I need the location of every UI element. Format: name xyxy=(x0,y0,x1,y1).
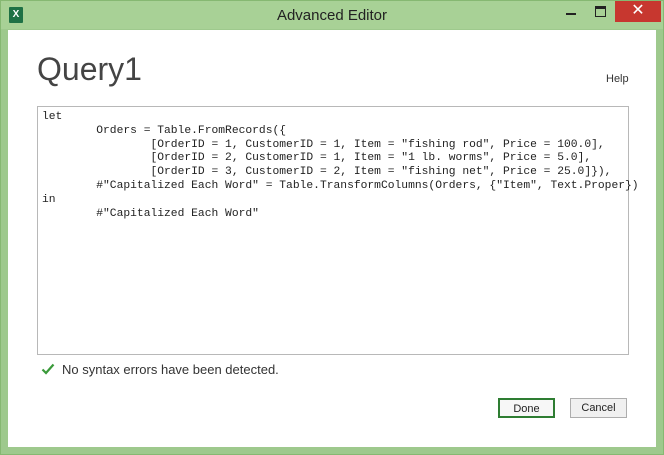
status-message: No syntax errors have been detected. xyxy=(62,362,279,377)
minimize-icon xyxy=(566,13,576,15)
advanced-editor-window: X Advanced Editor ✕ Query1 Help let Orde… xyxy=(0,0,664,455)
help-link[interactable]: Help xyxy=(606,73,629,85)
minimize-button[interactable] xyxy=(557,1,585,22)
close-icon: ✕ xyxy=(631,2,645,19)
title-bar[interactable]: X Advanced Editor ✕ xyxy=(1,1,663,29)
close-button[interactable]: ✕ xyxy=(615,1,661,22)
cancel-button[interactable]: Cancel xyxy=(570,398,627,418)
done-button[interactable]: Done xyxy=(498,398,555,418)
code-editor[interactable]: let Orders = Table.FromRecords({ [OrderI… xyxy=(37,106,639,355)
maximize-icon xyxy=(595,6,606,17)
dialog-body: Query1 Help let Orders = Table.FromRecor… xyxy=(8,30,656,447)
query-name: Query1 xyxy=(37,51,142,87)
check-icon xyxy=(41,363,55,375)
query-code[interactable]: let Orders = Table.FromRecords({ [OrderI… xyxy=(38,107,639,221)
maximize-button[interactable] xyxy=(586,1,614,22)
